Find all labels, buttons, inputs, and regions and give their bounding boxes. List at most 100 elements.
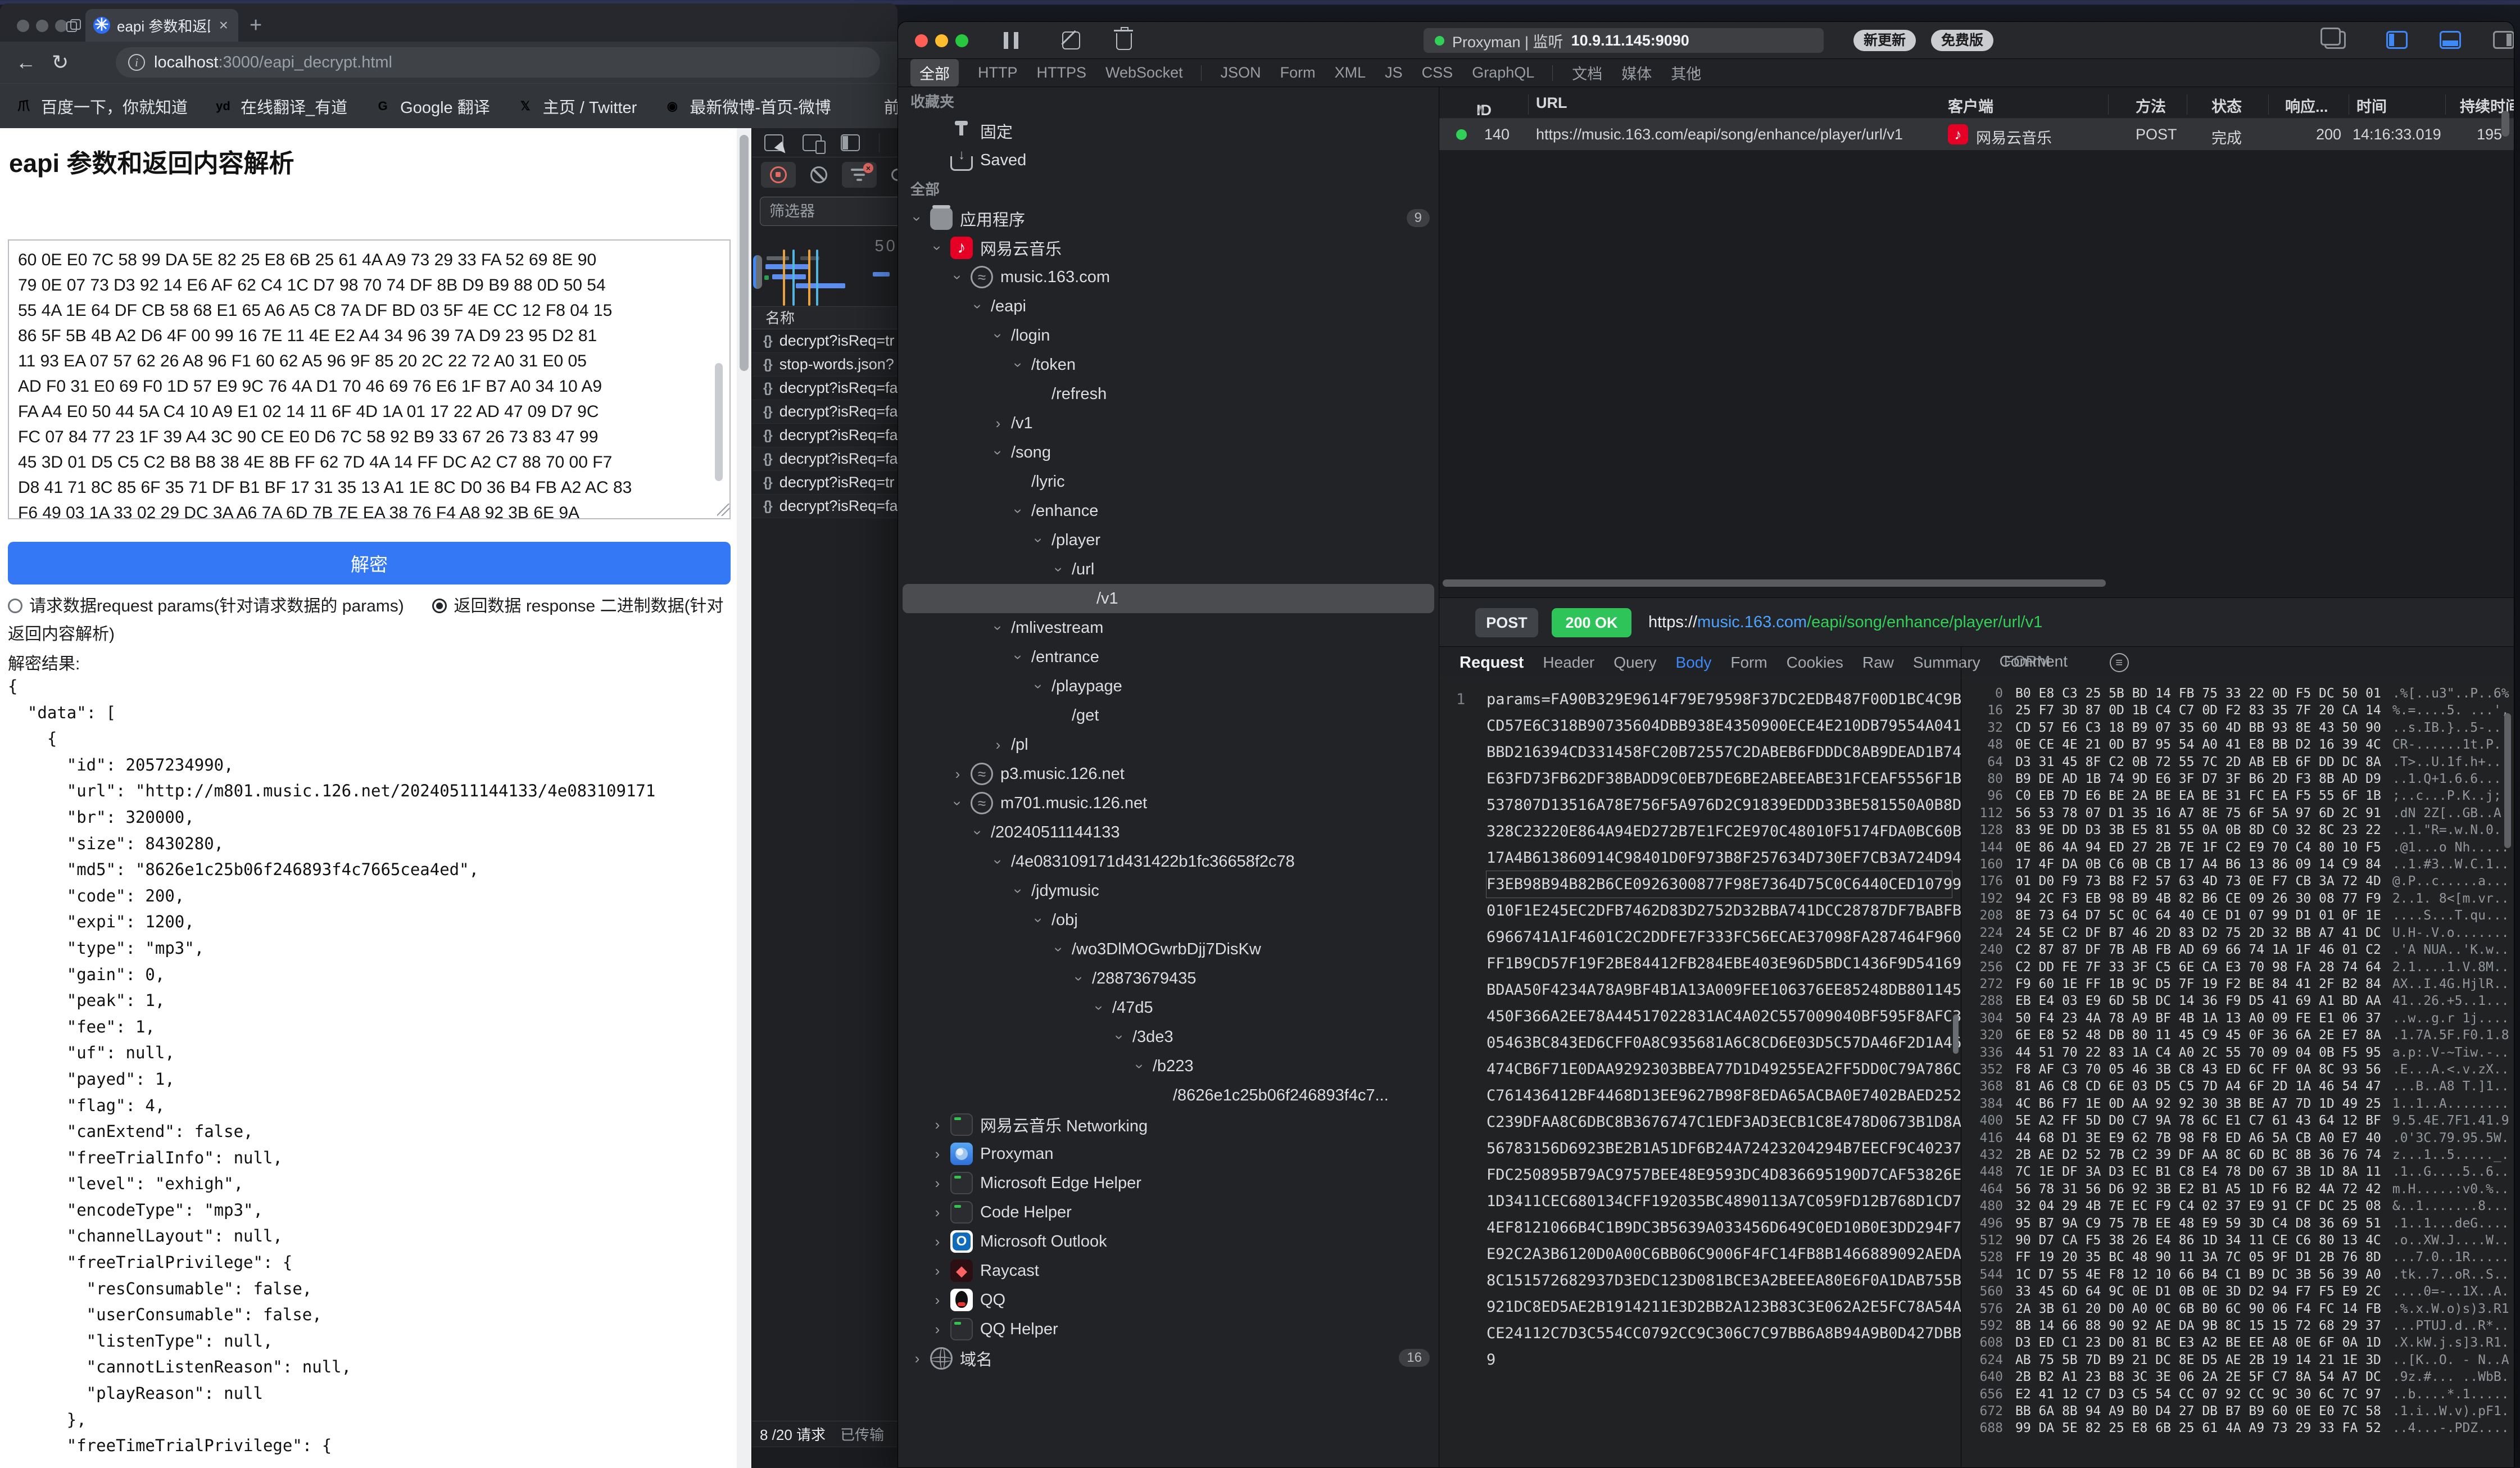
chevron-icon[interactable]: ›	[932, 1321, 943, 1338]
textarea-scrollbar[interactable]	[715, 363, 723, 481]
chevron-icon[interactable]: ›	[1010, 651, 1027, 663]
window-close-button[interactable]	[915, 34, 928, 47]
request-tab[interactable]: Query	[1613, 654, 1656, 672]
chevron-icon[interactable]: ›	[1111, 1031, 1128, 1043]
tree-item[interactable]: › /song	[898, 438, 1439, 467]
clear-session-icon[interactable]	[1116, 33, 1132, 50]
chevron-icon[interactable]: ›	[1071, 973, 1088, 984]
back-button[interactable]: ←	[16, 51, 36, 74]
col-response[interactable]: 响应...	[2285, 94, 2328, 116]
clear-network-icon[interactable]	[810, 166, 827, 183]
chevron-icon[interactable]: ›	[1030, 681, 1048, 692]
request-tab[interactable]: Cookies	[1787, 654, 1843, 672]
filter-toggle-button[interactable]: ×	[842, 162, 877, 188]
site-info-icon[interactable]: i	[128, 54, 145, 71]
request-params-radio[interactable]	[8, 599, 22, 613]
reload-button[interactable]: ↻	[52, 51, 69, 74]
bookmark-item[interactable]: 前端发布	[857, 94, 898, 118]
filter-tab[interactable]: WebSocket	[1105, 64, 1202, 81]
filter-tab[interactable]: GraphQL	[1472, 64, 1553, 81]
tree-item[interactable]: › /login	[898, 321, 1439, 350]
tree-item[interactable]: › /enhance	[898, 496, 1439, 525]
col-client[interactable]: 客户端	[1948, 94, 1993, 116]
tree-item[interactable]: › music.163.com	[898, 262, 1439, 292]
request-pane-scrollbar[interactable]	[1953, 1014, 1959, 1054]
tree-item[interactable]: › /wo3DlMOGwrbDjj7DisKw	[898, 935, 1439, 964]
chevron-icon[interactable]: ›	[909, 213, 926, 224]
update-badge[interactable]: 新更新	[1853, 30, 1916, 51]
tree-item[interactable]: 收藏夹	[898, 87, 1439, 116]
filter-tab[interactable]: Form	[1280, 64, 1316, 81]
tree-item[interactable]: 固定	[898, 116, 1439, 146]
tab-close-icon[interactable]: ×	[217, 16, 230, 34]
chevron-icon[interactable]: ›	[932, 1292, 943, 1309]
tree-item[interactable]: › 网易云音乐	[898, 233, 1439, 262]
listening-status-pill[interactable]: Proxyman | 监听 10.9.11.145:9090	[1424, 28, 1824, 53]
tree-item[interactable]: › /v1	[898, 409, 1439, 438]
chevron-icon[interactable]: ›	[912, 1350, 923, 1367]
chevron-icon[interactable]: ›	[1091, 1002, 1108, 1013]
chevron-icon[interactable]: ›	[949, 271, 967, 283]
request-tab[interactable]: Header	[1543, 654, 1594, 672]
request-tab[interactable]: Raw	[1862, 654, 1894, 672]
chevron-icon[interactable]: ›	[932, 1175, 943, 1192]
response-pane-scrollbar[interactable]	[2504, 713, 2511, 848]
filter-tab[interactable]: CSS	[1422, 64, 1453, 81]
chevron-icon[interactable]: ›	[990, 330, 1007, 341]
tree-item[interactable]: › /20240511144133	[898, 818, 1439, 847]
tree-item[interactable]: /get	[898, 701, 1439, 730]
chevron-icon[interactable]: ›	[1010, 505, 1027, 516]
tree-item[interactable]: › Microsoft Edge Helper	[898, 1168, 1439, 1198]
tree-item[interactable]: › Proxyman	[898, 1139, 1439, 1168]
bookmark-item[interactable]: ⽖ 百度一下，你就知道	[14, 94, 188, 118]
table-vertical-scrollbar[interactable]	[2501, 111, 2509, 137]
col-time[interactable]: 时间	[2356, 94, 2387, 116]
filter-tab[interactable]: 文档	[1572, 62, 1602, 84]
record-network-button[interactable]	[761, 162, 796, 188]
filter-tab[interactable]: HTTP	[978, 64, 1018, 81]
chevron-icon[interactable]: ›	[1030, 914, 1048, 926]
toggle-bottom-panel-icon[interactable]	[2440, 31, 2461, 49]
device-toolbar-icon[interactable]	[803, 134, 822, 151]
window-close-button[interactable]	[17, 20, 29, 32]
tree-item[interactable]: › /obj	[898, 905, 1439, 935]
tree-item[interactable]: › QQ Helper	[898, 1315, 1439, 1344]
tree-item[interactable]: › /pl	[898, 730, 1439, 759]
multi-window-icon[interactable]	[2324, 31, 2346, 49]
chevron-icon[interactable]: ›	[952, 765, 963, 783]
bookmark-item[interactable]: 𝕏 主页 / Twitter	[516, 94, 637, 118]
chevron-icon[interactable]: ›	[932, 1145, 943, 1163]
more-filters-chevron-icon[interactable]: ›	[1693, 65, 1698, 83]
window-zoom-button[interactable]	[955, 34, 968, 47]
chevron-icon[interactable]: ›	[992, 415, 1004, 432]
tree-item[interactable]: › /b223	[898, 1052, 1439, 1081]
textarea-resize-grip[interactable]	[717, 504, 729, 516]
request-tab[interactable]: Summary	[1913, 654, 1980, 672]
tree-item[interactable]: › /47d5	[898, 993, 1439, 1022]
decrypt-button[interactable]: 解密	[8, 542, 731, 585]
chevron-icon[interactable]: ›	[1010, 885, 1027, 896]
bookmark-item[interactable]: G Google 翻译	[373, 94, 490, 118]
window-zoom-button[interactable]	[55, 20, 67, 32]
window-minimize-button[interactable]	[36, 20, 48, 32]
chevron-icon[interactable]: ›	[969, 827, 987, 838]
response-hex-pane[interactable]: 0B0 E8 C3 25 5B BD 14 FB 75 33 22 0D F5 …	[1961, 677, 2514, 1467]
chevron-icon[interactable]: ›	[929, 242, 946, 253]
request-tab[interactable]: Body	[1676, 654, 1712, 672]
table-horizontal-scrollbar[interactable]	[1443, 579, 2106, 587]
chevron-icon[interactable]: ›	[992, 736, 1004, 754]
browser-tab[interactable]: ✳ eapi 参数和返回内容解析 ×	[85, 9, 238, 42]
tree-item[interactable]: /v1	[903, 584, 1434, 613]
tree-item[interactable]: /lyric	[898, 467, 1439, 496]
tree-item[interactable]: › 网易云音乐 Networking	[898, 1110, 1439, 1139]
response-binary-radio[interactable]	[432, 599, 447, 613]
chevron-icon[interactable]: ›	[990, 856, 1007, 867]
tree-item[interactable]: › /eapi	[898, 292, 1439, 321]
chevron-icon[interactable]: ›	[990, 447, 1007, 458]
timeline-grip[interactable]	[753, 255, 762, 289]
tree-item[interactable]: › /jdymusic	[898, 876, 1439, 905]
tree-item[interactable]: › /4e083109171d431422b1fc36658f2c78	[898, 847, 1439, 876]
tree-item[interactable]: /refresh	[898, 379, 1439, 409]
dock-panel-icon[interactable]	[841, 134, 860, 151]
free-version-badge[interactable]: 免费版	[1931, 30, 1993, 51]
